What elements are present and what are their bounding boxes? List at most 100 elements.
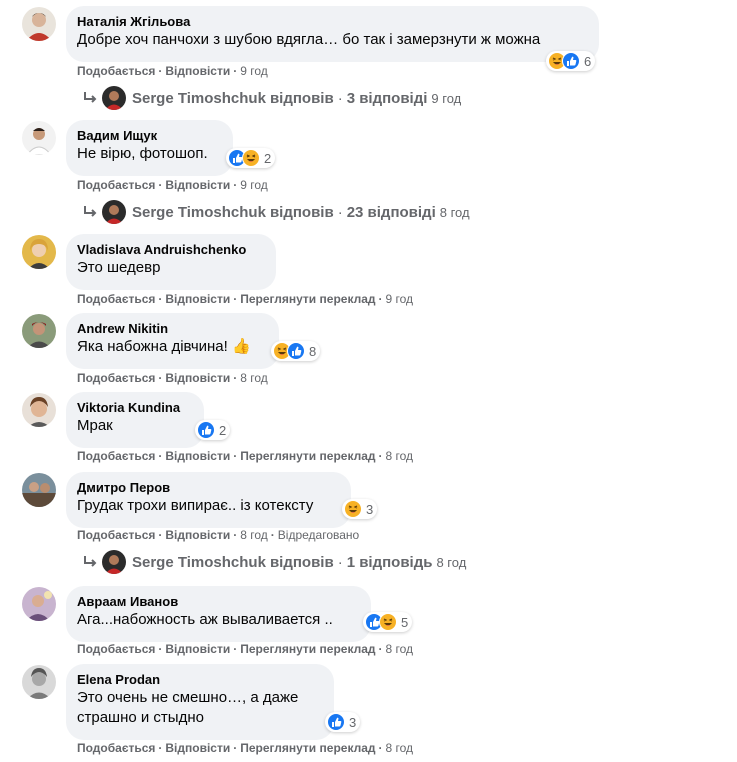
reply-time: 8 год: [439, 204, 470, 220]
translate-link[interactable]: Переглянути переклад: [240, 449, 375, 463]
reaction-count: 8: [309, 343, 317, 359]
translate-link[interactable]: Переглянути переклад: [240, 741, 375, 755]
avatar[interactable]: [22, 7, 56, 41]
comment-author[interactable]: Viktoria Kundina: [77, 400, 192, 416]
reply-author: Serge Timoshchuk: [132, 203, 266, 221]
reply-link[interactable]: Відповісти: [165, 528, 230, 542]
comment-author[interactable]: Наталія Жгільова: [77, 14, 587, 30]
reply-link[interactable]: Відповісти: [165, 178, 230, 192]
comment-text: Мрак: [77, 417, 113, 434]
reply-count: 23 відповіді: [346, 203, 436, 221]
timestamp[interactable]: 8 год: [240, 528, 268, 542]
comment-author[interactable]: Авраам Иванов: [77, 594, 359, 610]
like-link[interactable]: Подобається: [77, 292, 155, 306]
comment-text: Не вірю, фотошоп.: [77, 145, 208, 162]
avatar[interactable]: [22, 314, 56, 348]
view-replies[interactable]: Serge Timoshchuk відповів · 3 відповіді 9 г…: [82, 84, 461, 112]
haha-icon: [344, 500, 362, 518]
view-replies[interactable]: Serge Timoshchuk відповів · 1 відповідь 8 г…: [82, 548, 466, 576]
like-link[interactable]: Подобається: [77, 449, 155, 463]
comment-actions: Подобається · Відповісти · Переглянути перек…: [77, 449, 414, 463]
reaction-summary[interactable]: 3: [342, 499, 378, 519]
reaction-summary[interactable]: 3: [325, 712, 361, 732]
reaction-summary[interactable]: 6: [546, 51, 596, 71]
like-link[interactable]: Подобається: [77, 178, 155, 192]
reaction-summary[interactable]: 2: [195, 420, 231, 440]
reply-link[interactable]: Відповісти: [165, 449, 230, 463]
comment-text: Грудак трохи випирає.. із котексту: [77, 497, 314, 514]
comment-bubble: Vladislava Andruishchenko Это шедевр: [66, 234, 276, 290]
reaction-count: 2: [264, 150, 272, 166]
comment-bubble: Авраам Иванов Ага...набожность аж вывали…: [66, 586, 371, 642]
like-link[interactable]: Подобається: [77, 741, 155, 755]
avatar[interactable]: [22, 235, 56, 269]
reply-link[interactable]: Відповісти: [165, 292, 230, 306]
timestamp[interactable]: 8 год: [240, 371, 268, 385]
reply-link[interactable]: Відповісти: [165, 642, 230, 656]
reaction-count: 5: [401, 614, 409, 630]
timestamp[interactable]: 8 год: [386, 449, 414, 463]
comment-text: Яка набожна дівчина! 👍: [77, 338, 251, 355]
translate-link[interactable]: Переглянути переклад: [240, 292, 375, 306]
edited-label: Відредаговано: [277, 528, 360, 542]
reaction-count: 2: [219, 422, 227, 438]
comment-actions: Подобається · Відповісти · 8 год · Відредагова…: [77, 528, 360, 542]
avatar: [102, 200, 126, 224]
like-link[interactable]: Подобається: [77, 371, 155, 385]
comment-text: Это шедевр: [77, 259, 161, 276]
reply-author: Serge Timoshchuk: [132, 89, 266, 107]
translate-link[interactable]: Переглянути переклад: [240, 642, 375, 656]
reply-verb: відповів: [269, 203, 334, 221]
comment-author[interactable]: Elena Prodan: [77, 672, 322, 688]
like-icon: [327, 713, 345, 731]
comment-text: Это очень не смешно…, а даже страшно и с…: [77, 689, 299, 726]
timestamp[interactable]: 9 год: [386, 292, 414, 306]
like-icon: [562, 52, 580, 70]
reaction-count: 6: [584, 53, 592, 69]
comment-text: Ага...набожность аж вываливается ..: [77, 611, 333, 628]
haha-icon: [242, 149, 260, 167]
reaction-count: 3: [366, 501, 374, 517]
comment-author[interactable]: Вадим Ищук: [77, 128, 221, 144]
avatar[interactable]: [22, 393, 56, 427]
reply-arrow-icon: [84, 206, 97, 217]
comment-text: Добре хоч панчохи з шубою вдягла… бо так…: [77, 31, 541, 48]
avatar: [102, 86, 126, 110]
comment-actions: Подобається · Відповісти · 9 год: [77, 64, 268, 78]
comment-author[interactable]: Andrew Nikitin: [77, 321, 267, 337]
haha-icon: [379, 613, 397, 631]
like-link[interactable]: Подобається: [77, 528, 155, 542]
like-link[interactable]: Подобається: [77, 642, 155, 656]
reply-link[interactable]: Відповісти: [165, 741, 230, 755]
comment-actions: Подобається · Відповісти · Переглянути перек…: [77, 642, 414, 656]
like-link[interactable]: Подобається: [77, 64, 155, 78]
view-replies[interactable]: Serge Timoshchuk відповів · 23 відповіді 8 …: [82, 198, 470, 226]
reply-time: 8 год: [436, 554, 467, 570]
reaction-summary[interactable]: 8: [271, 341, 321, 361]
reply-link[interactable]: Відповісти: [165, 371, 230, 385]
comment-author[interactable]: Vladislava Andruishchenko: [77, 242, 264, 258]
reaction-summary[interactable]: 5: [363, 612, 413, 632]
timestamp[interactable]: 9 год: [240, 178, 268, 192]
avatar[interactable]: [22, 587, 56, 621]
timestamp[interactable]: 8 год: [386, 741, 414, 755]
timestamp[interactable]: 9 год: [240, 64, 268, 78]
avatar[interactable]: [22, 121, 56, 155]
comment-bubble: Viktoria Kundina Мрак: [66, 392, 204, 448]
comment-bubble: Andrew Nikitin Яка набожна дівчина! 👍: [66, 313, 279, 369]
like-icon: [287, 342, 305, 360]
avatar[interactable]: [22, 665, 56, 699]
reply-arrow-icon: [84, 92, 97, 103]
reply-verb: відповів: [269, 553, 334, 571]
avatar[interactable]: [22, 473, 56, 507]
like-icon: [197, 421, 215, 439]
avatar: [102, 550, 126, 574]
reply-count: 3 відповіді: [346, 89, 428, 107]
reaction-summary[interactable]: 2: [226, 148, 276, 168]
reply-time: 9 год: [431, 90, 462, 106]
comment-actions: Подобається · Відповісти · Переглянути перек…: [77, 292, 414, 306]
reply-link[interactable]: Відповісти: [165, 64, 230, 78]
timestamp[interactable]: 8 год: [386, 642, 414, 656]
reply-verb: відповів: [269, 89, 334, 107]
comment-author[interactable]: Дмитро Перов: [77, 480, 339, 496]
